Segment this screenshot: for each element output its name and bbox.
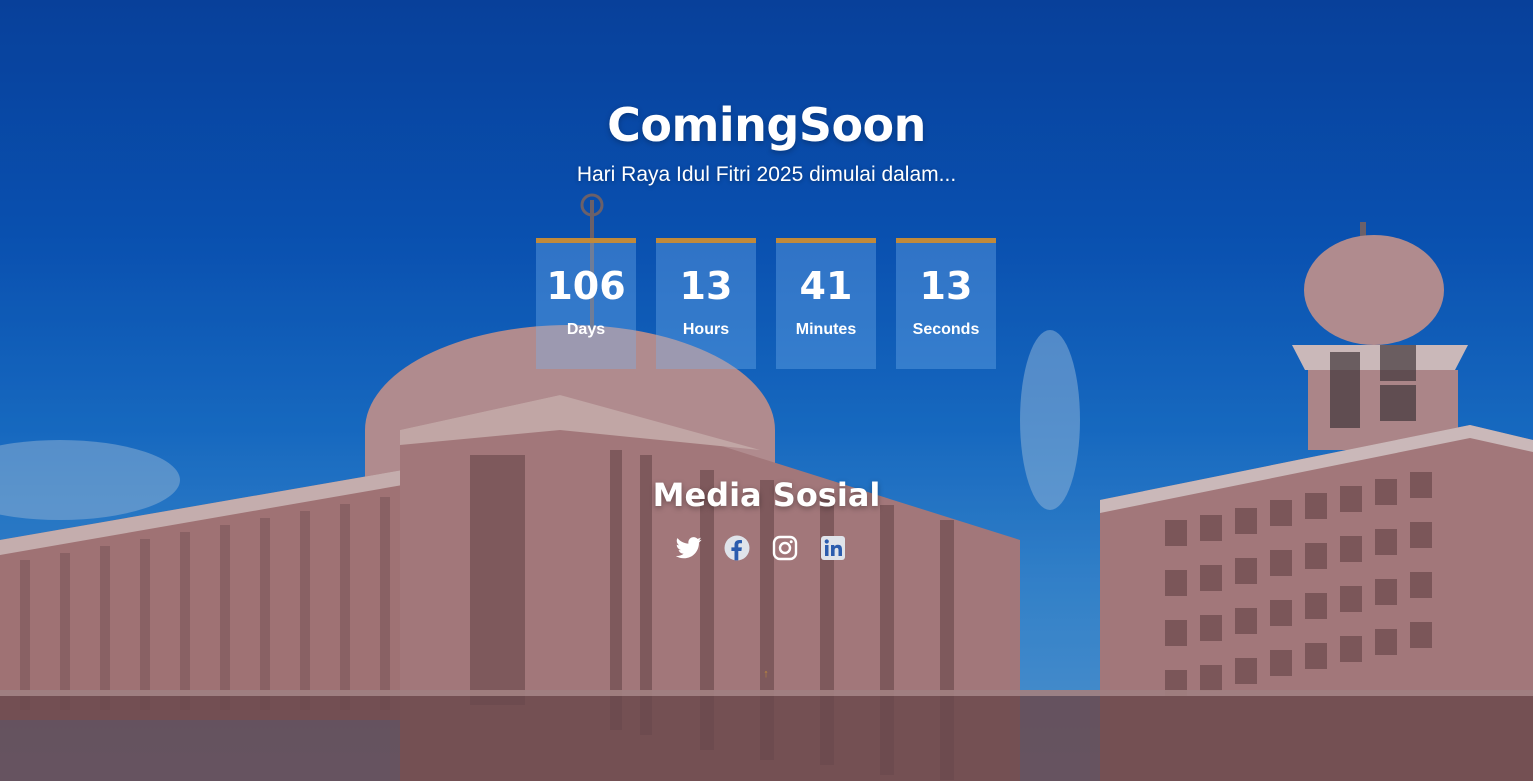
facebook-icon[interactable]	[724, 535, 750, 561]
countdown-days: 106 Days	[536, 238, 636, 369]
instagram-icon[interactable]	[772, 535, 798, 561]
page-title: ComingSoon	[607, 98, 926, 152]
countdown-timer: 106 Days 13 Hours 41 Minutes 13 Seconds	[536, 238, 996, 369]
social-media-heading: Media Sosial	[652, 476, 881, 514]
countdown-minutes-value: 41	[799, 264, 853, 308]
countdown-seconds: 13 Seconds	[896, 238, 996, 369]
twitter-icon[interactable]	[676, 535, 702, 561]
hero-content: ComingSoon Hari Raya Idul Fitri 2025 dim…	[0, 0, 1533, 781]
countdown-days-label: Days	[566, 321, 606, 338]
countdown-hours-label: Hours	[682, 321, 730, 338]
scroll-to-top-arrow-icon[interactable]: ↑	[761, 668, 771, 680]
countdown-hours: 13 Hours	[656, 238, 756, 369]
countdown-minutes: 41 Minutes	[776, 238, 876, 369]
countdown-hours-value: 13	[679, 264, 733, 308]
countdown-seconds-label: Seconds	[912, 321, 980, 338]
page-subtitle: Hari Raya Idul Fitri 2025 dimulai dalam.…	[576, 163, 957, 186]
social-media-links	[676, 535, 856, 563]
countdown-seconds-value: 13	[919, 264, 973, 308]
coming-soon-page: ComingSoon Hari Raya Idul Fitri 2025 dim…	[0, 0, 1533, 781]
linkedin-icon[interactable]	[820, 535, 846, 561]
countdown-days-value: 106	[546, 264, 626, 308]
countdown-minutes-label: Minutes	[795, 321, 857, 338]
